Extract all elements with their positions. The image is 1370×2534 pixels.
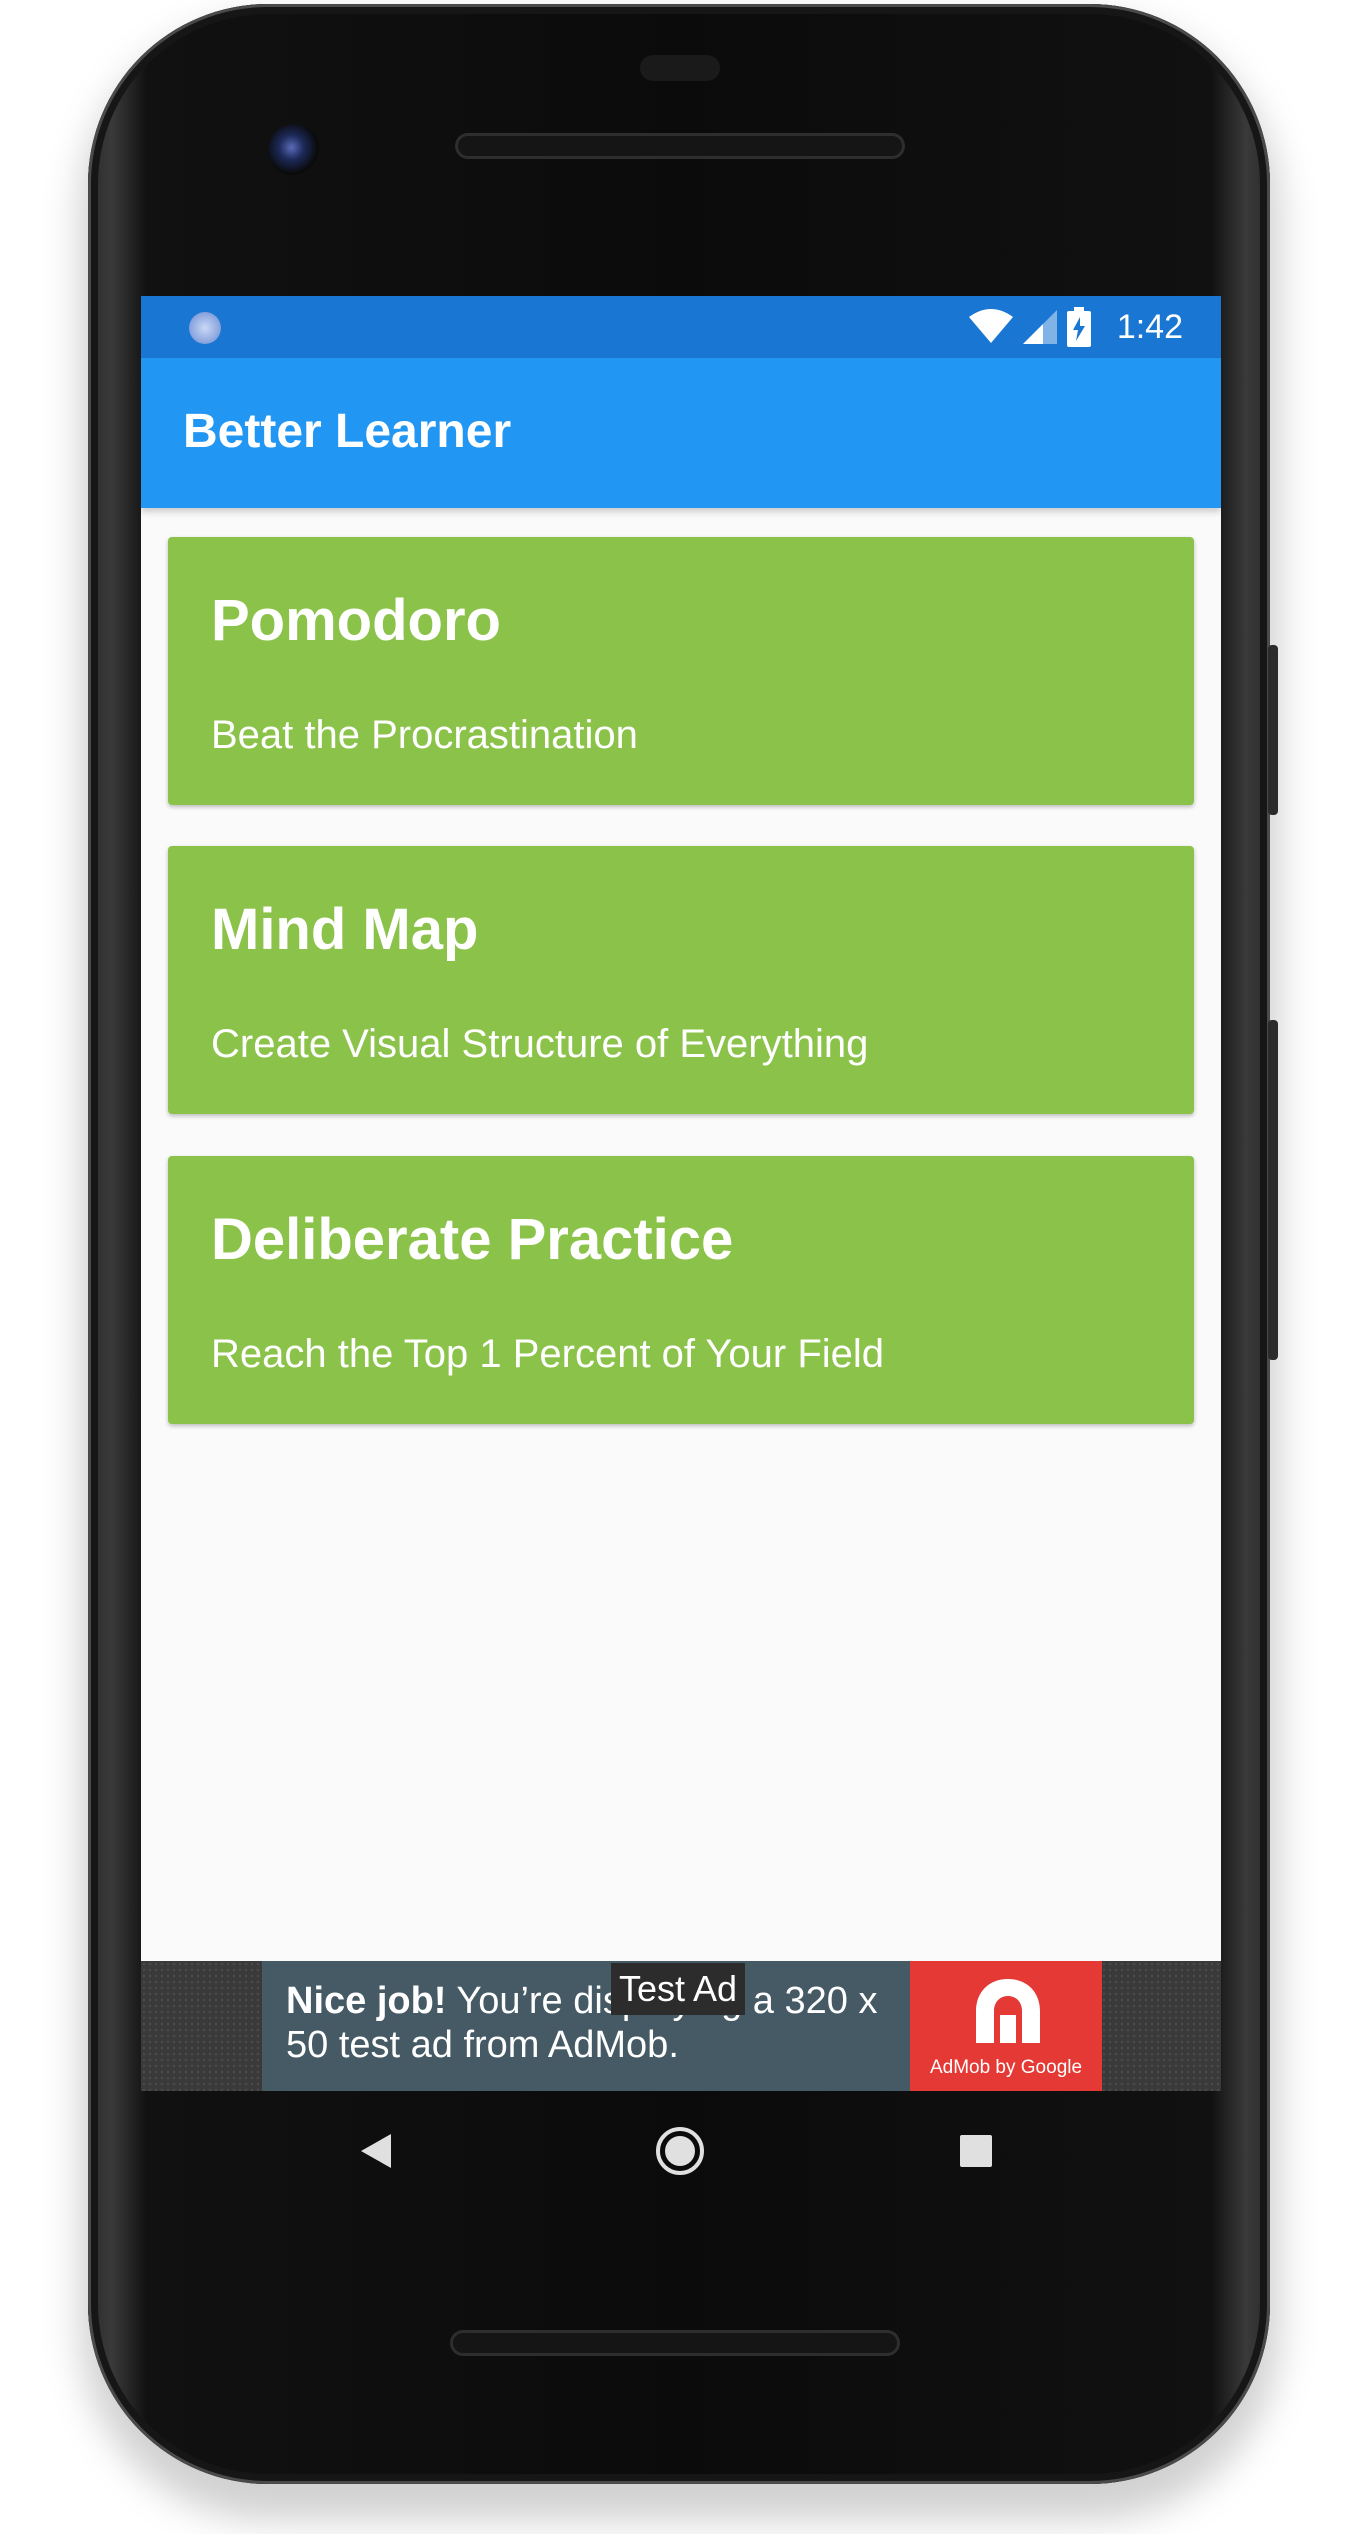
earpiece-speaker	[455, 133, 905, 159]
admob-logo-text: AdMob by Google	[929, 2057, 1083, 2078]
admob-logo: AdMob by Google	[910, 1961, 1102, 2091]
card-subtitle: Reach the Top 1 Percent of Your Field	[211, 1332, 885, 1376]
card-deliberate-practice[interactable]: Deliberate Practice Reach the Top 1 Perc…	[168, 1156, 1194, 1424]
proximity-sensor	[640, 55, 720, 81]
card-mind-map[interactable]: Mind Map Create Visual Structure of Ever…	[168, 846, 1194, 1114]
card-title: Deliberate Practice	[211, 1207, 734, 1272]
bottom-speaker	[450, 2330, 900, 2356]
front-camera-icon	[268, 124, 320, 176]
power-button	[1268, 645, 1278, 815]
home-icon	[656, 2127, 704, 2175]
status-time: 1:42	[1116, 307, 1183, 346]
screen: 1:42 Better Learner Pomodoro Beat the Pr…	[141, 296, 1221, 2091]
card-subtitle: Create Visual Structure of Everything	[211, 1022, 869, 1066]
battery-charging-icon	[1066, 307, 1091, 347]
card-subtitle: Beat the Procrastination	[211, 713, 638, 757]
nav-bar	[141, 2091, 1221, 2211]
test-ad-label: Test Ad	[611, 1963, 746, 2015]
signal-icon	[1022, 310, 1057, 344]
volume-rocker	[1268, 1020, 1278, 1360]
app-title: Better Learner	[183, 405, 512, 458]
back-icon	[361, 2134, 391, 2168]
app-bar: Better Learner	[141, 358, 1221, 508]
back-button[interactable]	[316, 2091, 436, 2211]
recents-button[interactable]	[916, 2091, 1036, 2211]
recents-icon	[960, 2135, 992, 2167]
card-title: Mind Map	[211, 897, 479, 962]
notification-dot-icon	[189, 312, 221, 344]
status-icons: 1:42	[968, 304, 1183, 350]
card-title: Pomodoro	[211, 588, 501, 653]
card-pomodoro[interactable]: Pomodoro Beat the Procrastination	[168, 537, 1194, 805]
ad-text: Nice job! You’re displaying a 320 x 50 t…	[286, 1979, 926, 2067]
wifi-icon	[968, 309, 1013, 343]
status-bar: 1:42	[141, 296, 1221, 358]
ad-headline-bold: Nice job!	[286, 1980, 447, 2022]
admob-icon	[976, 1979, 1040, 2043]
ad-area: Nice job! You’re displaying a 320 x 50 t…	[141, 1961, 1221, 2091]
home-button[interactable]	[620, 2091, 740, 2211]
